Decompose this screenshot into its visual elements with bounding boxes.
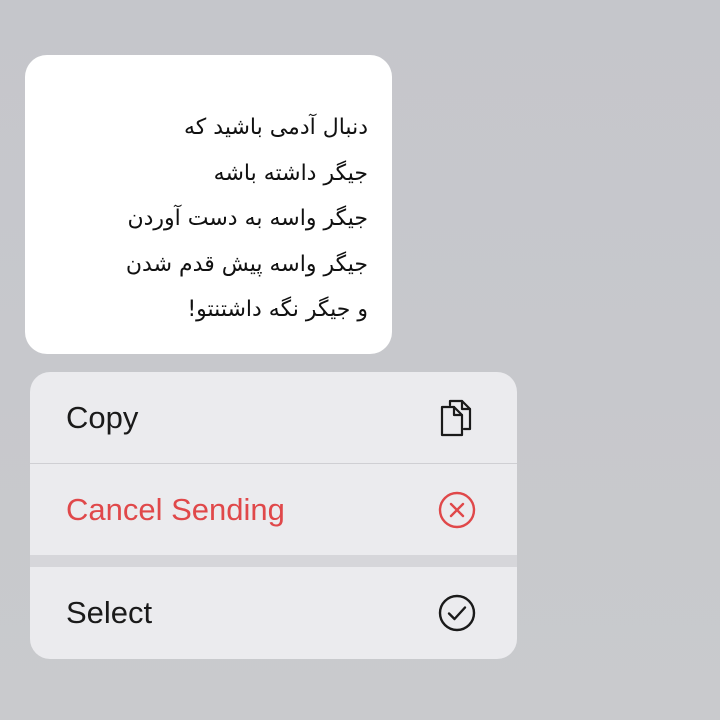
select-menu-item[interactable]: Select [30,567,517,659]
message-line: دنبال آدمی باشید که [184,115,368,140]
check-circle-icon [437,593,477,633]
copy-label: Copy [66,399,139,435]
message-line: جیگر واسه پیش قدم شدن [125,251,368,277]
menu-group-separator [30,555,517,567]
x-circle-icon [437,490,477,530]
message-line: جیگر واسه به دست آوردن [127,206,368,231]
copy-icon [437,398,477,438]
cancel-sending-label: Cancel Sending [66,491,285,527]
context-menu: Copy Cancel Sending Select [30,372,517,659]
cancel-sending-menu-item[interactable]: Cancel Sending [30,464,517,555]
message-bubble[interactable]: دنبال آدمی باشید که جیگر داشته باشه جیگر… [25,55,392,354]
message-line: و جیگر نگه داشتنتو! [187,297,368,322]
copy-menu-item[interactable]: Copy [30,372,517,463]
message-line: جیگر داشته باشه [213,160,368,186]
select-label: Select [66,595,153,630]
message-text: دنبال آدمی باشید که جیگر داشته باشه جیگر… [126,105,368,333]
